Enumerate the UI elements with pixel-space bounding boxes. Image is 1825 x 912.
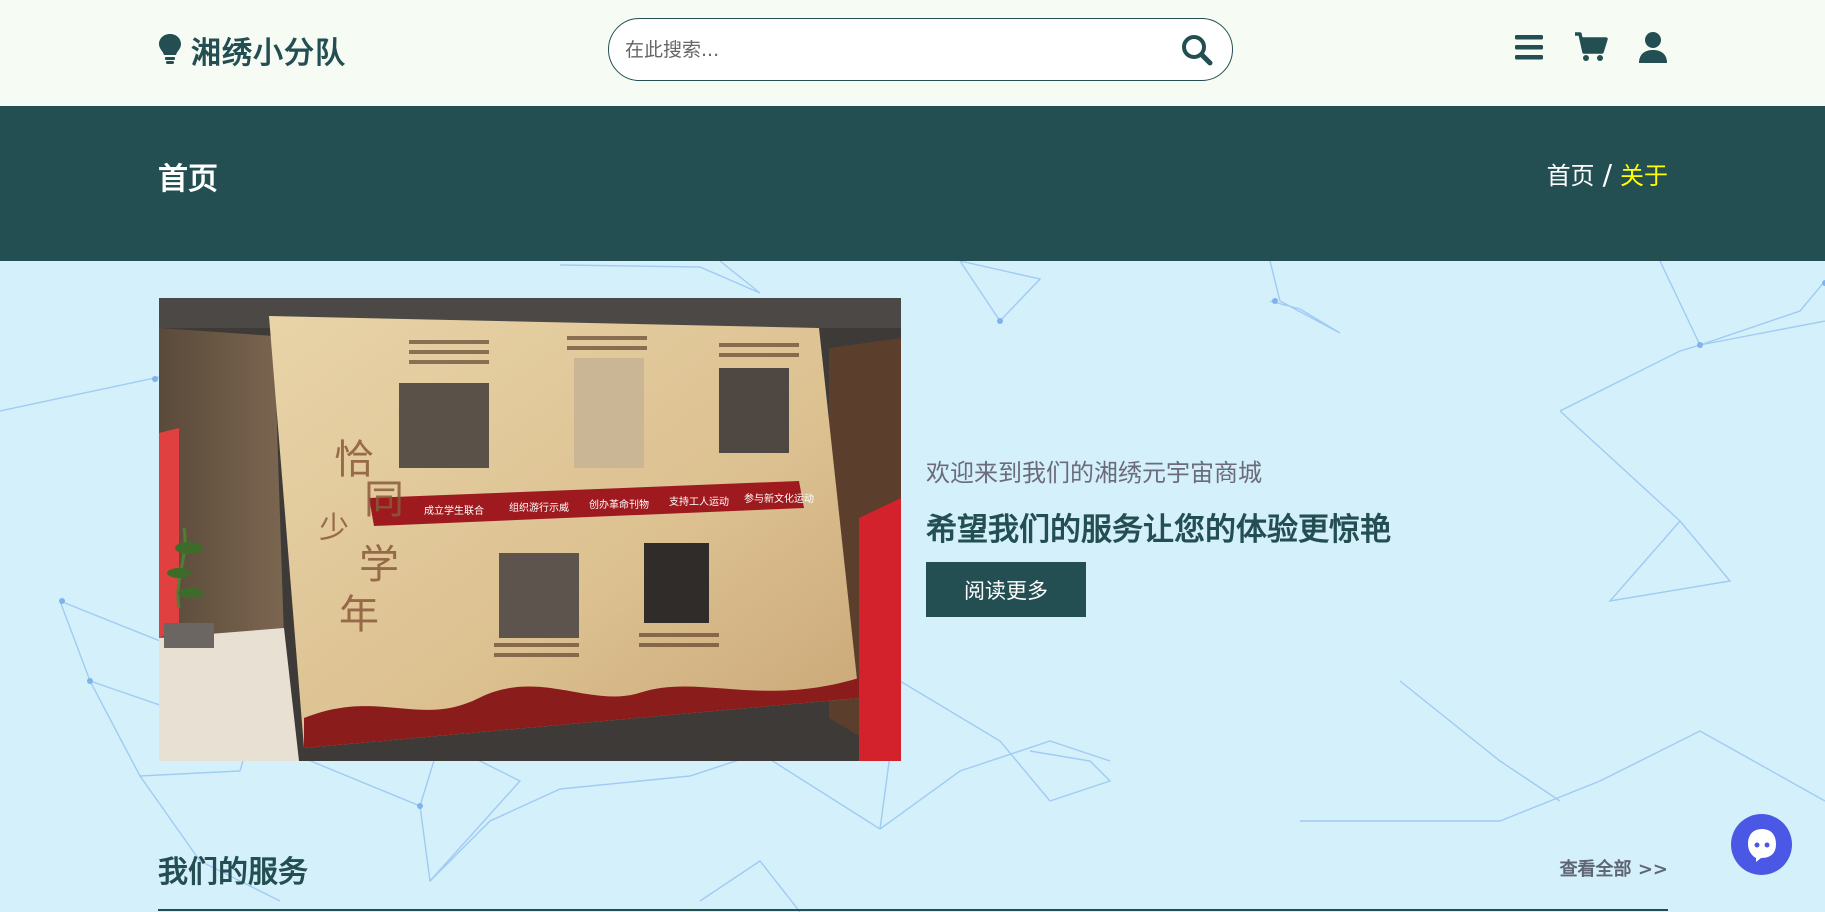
read-more-button[interactable]: 阅读更多 [926,562,1086,617]
services-title: 我们的服务 [158,855,308,890]
chat-button[interactable] [1731,814,1792,875]
hero-headline: 希望我们的服务让您的体验更惊艳 [926,512,1391,548]
svg-text:少: 少 [319,511,349,546]
page-banner: 首页 首页 / 关于 [0,106,1825,261]
svg-text:创办革命刊物: 创办革命刊物 [589,498,649,511]
svg-text:学: 学 [359,542,399,588]
breadcrumb-separator: / [1602,158,1612,191]
breadcrumb-home[interactable]: 首页 [1547,156,1595,191]
top-navbar: 湘绣小分队 [0,0,1825,106]
welcome-text: 欢迎来到我们的湘绣元宇宙商城 [926,459,1262,487]
menu-icon[interactable] [1512,30,1546,64]
page-title: 首页 [158,162,218,197]
section-divider [158,909,1668,911]
svg-text:同: 同 [364,477,404,523]
cart-icon[interactable] [1574,30,1608,64]
search-icon[interactable] [1180,33,1214,67]
exhibition-illustration: 成立学生联合 组织游行示威 创办革命刊物 支持工人运动 参与新文化运动 恰同 少… [159,298,901,761]
breadcrumb: 首页 / 关于 [1547,156,1668,191]
svg-text:组织游行示威: 组织游行示威 [509,501,569,514]
svg-text:支持工人运动: 支持工人运动 [669,495,729,508]
exhibition-image: 成立学生联合 组织游行示威 创办革命刊物 支持工人运动 参与新文化运动 恰同 少… [159,298,901,761]
site-logo[interactable]: 湘绣小分队 [157,28,346,72]
chat-bot-icon [1747,828,1776,862]
breadcrumb-current: 关于 [1620,162,1668,190]
search-box [608,18,1233,81]
header-actions [1512,30,1670,64]
logo-text: 湘绣小分队 [191,36,346,71]
svg-text:成立学生联合: 成立学生联合 [424,504,484,517]
user-icon[interactable] [1636,30,1670,64]
search-input[interactable] [625,33,1145,67]
svg-text:年: 年 [339,592,379,638]
svg-text:参与新文化运动: 参与新文化运动 [744,492,814,505]
lightbulb-icon [159,34,181,64]
view-all-link[interactable]: 查看全部 >> [1560,855,1668,881]
